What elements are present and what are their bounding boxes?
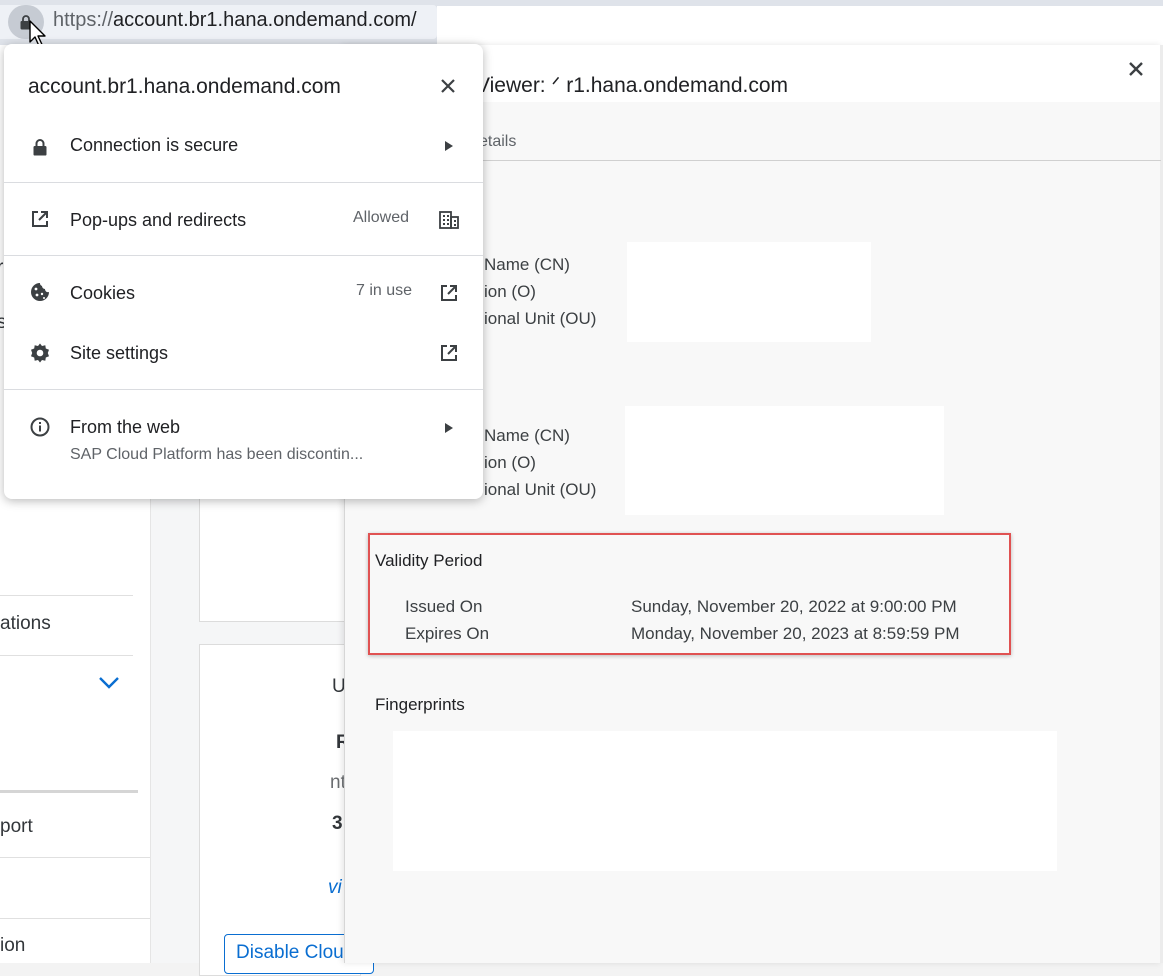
- popups-value: Allowed: [353, 209, 410, 226]
- nav-item-applications[interactable]: ations: [0, 613, 51, 635]
- validity-period-title: Validity Period: [375, 551, 483, 570]
- popup-divider: [4, 255, 483, 256]
- open-in-new-icon[interactable]: [440, 344, 458, 362]
- tab-details[interactable]: etails: [479, 133, 516, 151]
- cookies-label: Cookies: [70, 283, 136, 303]
- cookie-icon: [31, 283, 49, 301]
- subject-organization-label: ion (O): [484, 282, 536, 301]
- building-icon[interactable]: [439, 211, 459, 229]
- fingerprints-title: Fingerprints: [375, 695, 465, 714]
- issuer-org-unit-label: ional Unit (OU): [484, 480, 597, 499]
- open-in-new-icon[interactable]: [440, 284, 458, 302]
- close-icon[interactable]: [439, 77, 457, 95]
- nav-divider-thick: [0, 790, 138, 793]
- nav-item-region[interactable]: ion: [0, 935, 25, 957]
- card-link-fragment[interactable]: vi: [328, 877, 342, 899]
- toolbar-blank-area: [437, 6, 1163, 45]
- background-card: [199, 480, 361, 622]
- issued-on-value: Sunday, November 20, 2022 at 9:00:00 PM: [631, 597, 957, 616]
- gear-icon: [31, 343, 49, 363]
- popups-row[interactable]: Pop-ups and redirects Allowed: [4, 201, 483, 241]
- url-text[interactable]: https://account.br1.hana.ondemand.com/: [53, 9, 417, 32]
- redacted-fingerprints: [393, 731, 1057, 871]
- popup-divider: [4, 182, 483, 183]
- close-icon[interactable]: [1123, 56, 1149, 82]
- nav-divider: [0, 857, 150, 858]
- expires-on-value: Monday, November 20, 2023 at 8:59:59 PM: [631, 624, 960, 643]
- issued-on-label: Issued On: [405, 597, 483, 616]
- chevron-right-icon: [445, 141, 453, 151]
- subject-common-name-label: Name (CN): [484, 255, 570, 274]
- nav-divider: [0, 595, 133, 596]
- site-info-popup: account.br1.hana.ondemand.com Connection…: [4, 44, 483, 499]
- url-scheme: https://: [53, 9, 114, 31]
- url-host: account.br1.hana.ondemand.com/: [113, 9, 417, 31]
- from-the-web-row[interactable]: From the web SAP Cloud Platform has been…: [4, 408, 483, 472]
- chevron-down-icon[interactable]: [98, 676, 120, 690]
- popups-label: Pop-ups and redirects: [70, 210, 247, 230]
- redacted-subject-values: [627, 242, 871, 342]
- issuer-organization-label: ion (O): [484, 453, 536, 472]
- issuer-common-name-label: Name (CN): [484, 426, 570, 445]
- certificate-viewer-title: Viewer: ᐟ r1.hana.ondemand.com: [476, 74, 789, 97]
- popup-site-host: account.br1.hana.ondemand.com: [28, 75, 341, 98]
- nav-divider: [0, 655, 133, 656]
- cookies-value: 7 in use: [356, 282, 413, 299]
- connection-row[interactable]: Connection is secure: [4, 126, 483, 166]
- expires-on-label: Expires On: [405, 624, 490, 643]
- background-card: U R nt 3 vi: [199, 644, 361, 976]
- nav-item-support[interactable]: port: [0, 816, 33, 838]
- popup-divider: [4, 389, 483, 390]
- redacted-issuer-values: [625, 406, 944, 515]
- nav-fragment: r: [0, 257, 4, 278]
- connection-label: Connection is secure: [70, 135, 239, 155]
- from-the-web-subtitle: SAP Cloud Platform has been discontin...: [70, 446, 364, 463]
- info-icon: [30, 417, 50, 437]
- from-the-web-label: From the web: [70, 417, 181, 437]
- site-settings-label: Site settings: [70, 343, 169, 363]
- subject-org-unit-label: ional Unit (OU): [484, 309, 597, 328]
- lock-icon: [33, 139, 47, 156]
- card-fragment: 3: [332, 813, 343, 834]
- site-settings-row[interactable]: Site settings: [4, 334, 483, 374]
- nav-divider: [0, 918, 150, 919]
- cookies-row[interactable]: Cookies 7 in use: [4, 274, 483, 314]
- open-in-new-icon: [32, 211, 48, 227]
- chevron-right-icon: [445, 423, 453, 433]
